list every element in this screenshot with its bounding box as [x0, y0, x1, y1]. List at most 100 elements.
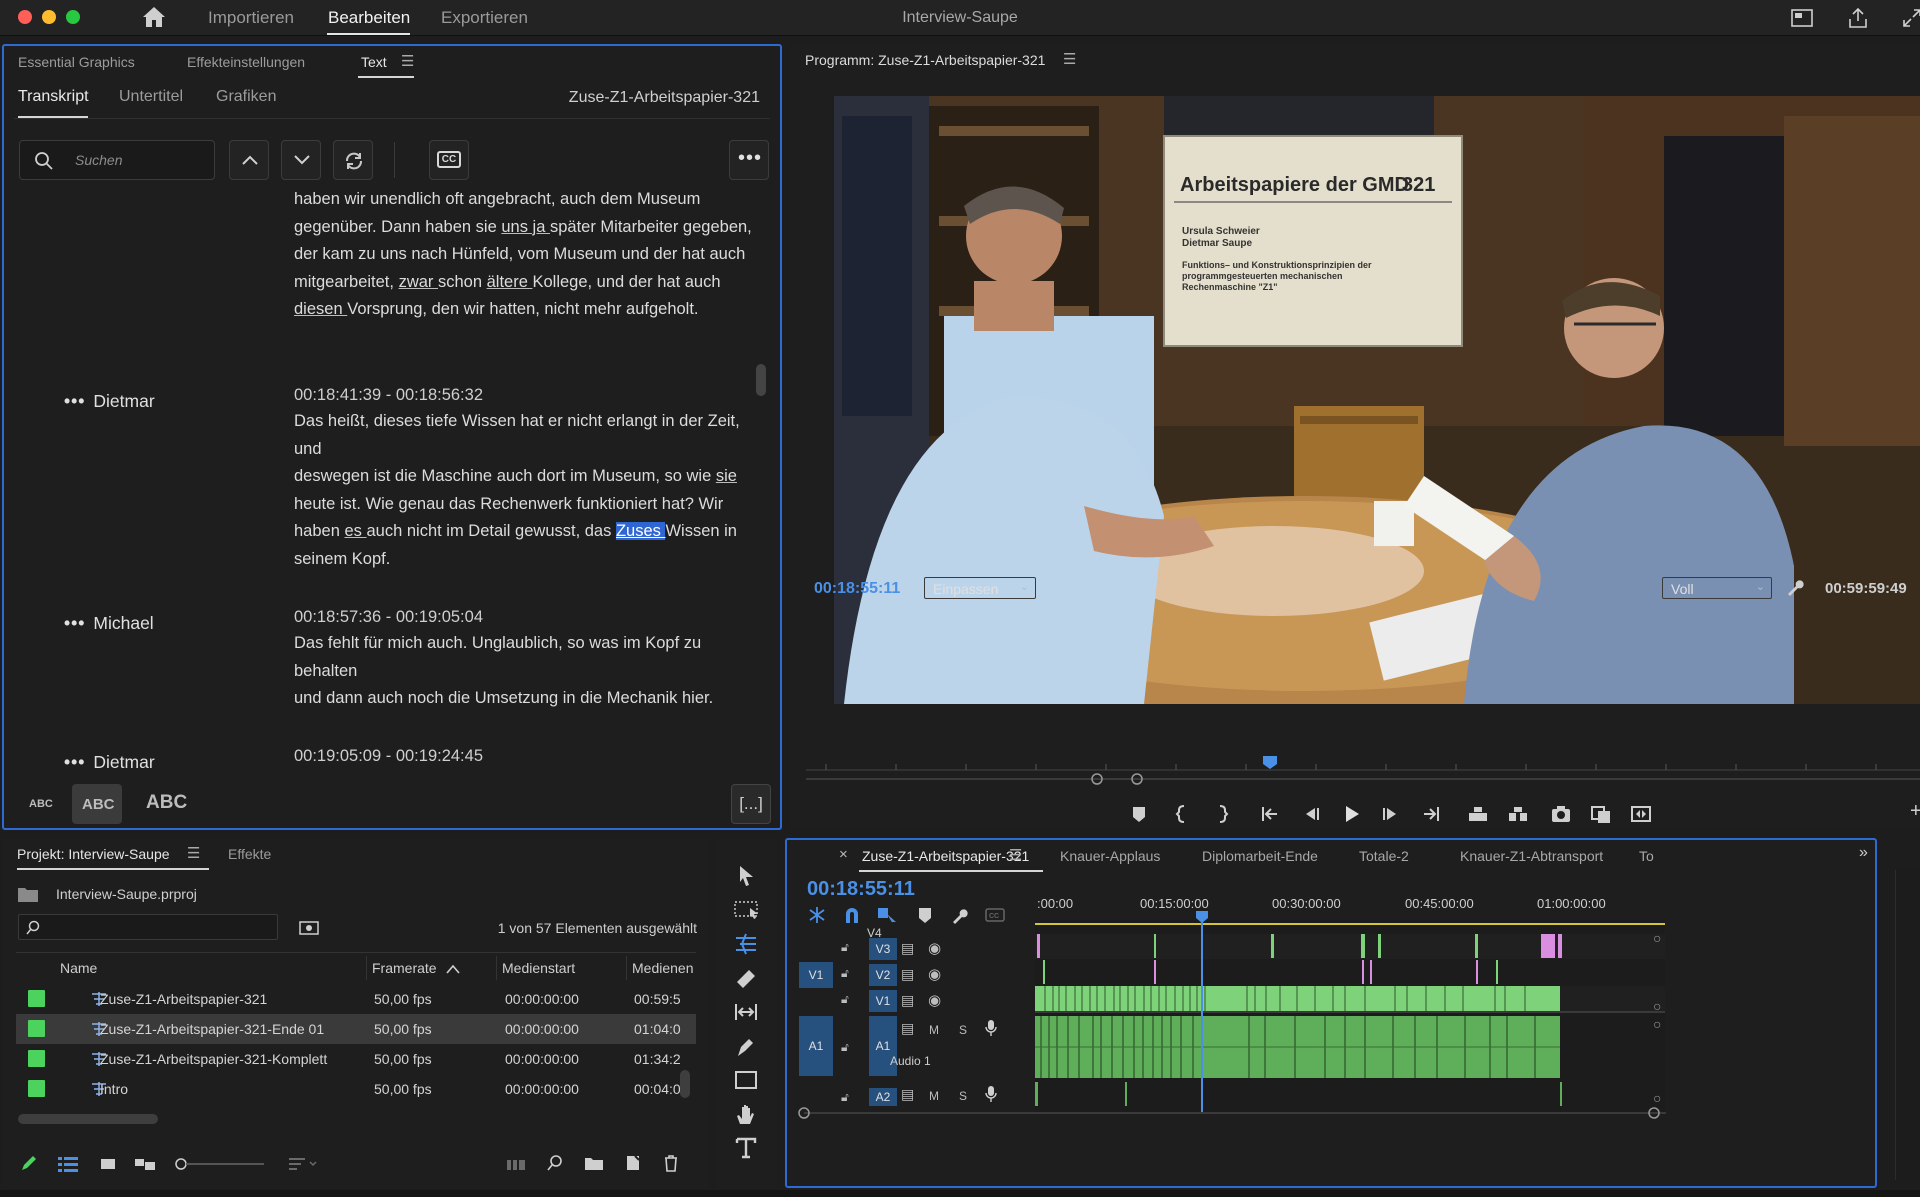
pen-tool-icon[interactable] — [732, 1032, 760, 1060]
speaker-label[interactable]: ••• Dietmar — [64, 752, 155, 773]
close-tab-icon[interactable]: × — [839, 846, 848, 863]
uncertain-word[interactable]: ältere — [487, 273, 533, 291]
word[interactable]: haben — [294, 522, 344, 540]
lock-icon[interactable]: 🔓︎ — [841, 1040, 849, 1055]
word[interactable]: Wissen in — [665, 522, 737, 540]
automate-to-sequence-icon[interactable] — [506, 1156, 526, 1172]
speaker-menu-icon[interactable]: ••• — [64, 391, 85, 411]
project-search-input[interactable] — [18, 914, 278, 940]
speaker-menu-icon[interactable]: ••• — [64, 613, 85, 633]
more-tabs-icon[interactable]: » — [1859, 844, 1868, 862]
program-timecode[interactable]: 00:18:55:11 — [814, 580, 900, 598]
sync-lock-icon[interactable]: ▤ — [901, 940, 914, 957]
subtab-grafiken[interactable]: Grafiken — [216, 88, 276, 106]
export-frame-icon[interactable] — [1549, 802, 1573, 826]
large-size-button[interactable]: ABC — [146, 792, 187, 814]
horizontal-scrollbar[interactable] — [18, 1114, 158, 1124]
sort-icon[interactable] — [288, 1156, 318, 1172]
speaker-label[interactable]: ••• Michael — [64, 613, 154, 634]
word[interactable]: schon — [438, 273, 487, 291]
speaker-label[interactable]: ••• Dietmar — [64, 391, 155, 412]
word[interactable]: Kollege, und der hat auch — [532, 273, 720, 291]
lock-icon[interactable]: 🔓︎ — [841, 966, 849, 981]
sync-lock-icon[interactable]: ▤ — [901, 992, 914, 1009]
comparison-view-icon[interactable] — [1589, 802, 1613, 826]
eye-icon[interactable]: ◉ — [928, 939, 941, 957]
new-bin-icon[interactable] — [584, 1154, 604, 1172]
new-bin-from-search-icon[interactable] — [298, 918, 320, 936]
uncertain-word[interactable]: es — [344, 522, 366, 540]
fullscreen-icon[interactable] — [1900, 6, 1920, 30]
source-patch-a1[interactable]: A1 — [799, 1016, 833, 1076]
lift-icon[interactable] — [1466, 802, 1490, 826]
quality-dropdown[interactable]: Voll ⌄ — [1662, 577, 1772, 599]
hand-tool-icon[interactable] — [732, 1100, 760, 1128]
wrench-icon[interactable] — [951, 906, 969, 924]
word[interactable]: deswegen ist die Maschine auch dort im M… — [294, 467, 716, 485]
sync-lock-icon[interactable]: ▤ — [901, 966, 914, 983]
solo-button[interactable]: S — [959, 1089, 967, 1103]
tab-effekteinstellungen[interactable]: Effekteinstellungen — [187, 54, 305, 70]
rectangle-tool-icon[interactable] — [732, 1066, 760, 1094]
play-icon[interactable] — [1339, 802, 1363, 826]
go-to-in-icon[interactable] — [1258, 802, 1282, 826]
create-captions-button[interactable]: CC — [429, 140, 469, 180]
panel-menu-icon[interactable]: ☰ — [401, 52, 414, 70]
timeline-tab[interactable]: Diplomarbeit-Ende — [1202, 848, 1318, 864]
track-select-tool-icon[interactable] — [732, 896, 760, 924]
timeline-tab[interactable]: Knauer-Z1-Abtransport — [1460, 848, 1603, 864]
source-patch-v1[interactable]: V1 — [799, 962, 833, 988]
vr-view-icon[interactable] — [1629, 802, 1653, 826]
uncertain-word[interactable]: uns ja — [501, 218, 550, 236]
slip-tool-icon[interactable] — [732, 998, 760, 1026]
column-name[interactable]: Name — [60, 960, 97, 976]
step-back-icon[interactable] — [1299, 802, 1323, 826]
pencil-icon[interactable] — [20, 1154, 38, 1172]
insert-nest-icon[interactable] — [807, 906, 827, 924]
track-target-v2[interactable]: V2 — [869, 964, 897, 986]
track-target-v3[interactable]: V3 — [869, 938, 897, 960]
word[interactable]: später Mitarbeiter gegeben, — [550, 218, 752, 236]
label-color-swatch[interactable] — [28, 1050, 45, 1067]
add-marker-icon[interactable] — [917, 906, 933, 924]
mute-button[interactable]: M — [929, 1023, 939, 1037]
ellipsis-bracket-button[interactable]: [...] — [731, 784, 771, 824]
ripple-edit-tool-icon[interactable] — [732, 930, 760, 958]
table-row[interactable]: Intro 50,00 fps 00:00:00:00 00:04:0 — [16, 1074, 696, 1104]
tab-project[interactable]: Projekt: Interview-Saupe — [17, 846, 170, 862]
transcript-search-input[interactable]: Suchen — [19, 140, 215, 180]
program-time-ruler[interactable] — [806, 754, 1920, 772]
selection-tool-icon[interactable] — [732, 862, 760, 890]
track-target-a2[interactable]: A2 — [869, 1088, 897, 1106]
extract-icon[interactable] — [1506, 802, 1530, 826]
subtab-untertitel[interactable]: Untertitel — [119, 88, 183, 106]
panel-menu-icon[interactable]: ☰ — [187, 844, 200, 862]
panel-menu-icon[interactable]: ☰ — [1063, 50, 1076, 68]
razor-tool-icon[interactable] — [732, 964, 760, 992]
vertical-scroll-handle[interactable]: ○ — [1653, 930, 1661, 946]
linked-selection-icon[interactable] — [877, 906, 897, 924]
share-icon[interactable] — [1846, 6, 1870, 30]
mute-button[interactable]: M — [929, 1089, 939, 1103]
list-view-icon[interactable] — [58, 1156, 78, 1172]
mark-out-icon[interactable] — [1210, 802, 1234, 826]
icon-view-icon[interactable] — [100, 1156, 116, 1172]
lock-icon[interactable]: 🔓︎ — [841, 940, 849, 955]
timeline-tab[interactable]: Knauer-Applaus — [1060, 848, 1160, 864]
word[interactable]: mitgearbeitet, — [294, 273, 399, 291]
timeline-timecode[interactable]: 00:18:55:11 — [807, 878, 915, 901]
eye-icon[interactable]: ◉ — [928, 965, 941, 983]
lowercase-size-button[interactable]: ABC — [29, 798, 53, 810]
transcript-paragraph[interactable]: haben wir unendlich oft angebracht, auch… — [294, 186, 764, 324]
track-target-v1[interactable]: V1 — [869, 990, 897, 1012]
uncertain-word[interactable]: zwar — [399, 273, 438, 291]
snap-icon[interactable] — [843, 906, 861, 924]
go-to-out-icon[interactable] — [1419, 802, 1443, 826]
vertical-scroll-handle[interactable]: ○ — [1653, 998, 1661, 1014]
column-medienende[interactable]: Medienen — [632, 960, 694, 976]
zoom-slider[interactable] — [174, 1156, 266, 1172]
next-result-button[interactable] — [281, 140, 321, 180]
lock-icon[interactable]: 🔓︎ — [841, 992, 849, 1007]
tab-essential-graphics[interactable]: Essential Graphics — [18, 54, 135, 70]
speaker-menu-icon[interactable]: ••• — [64, 752, 85, 772]
